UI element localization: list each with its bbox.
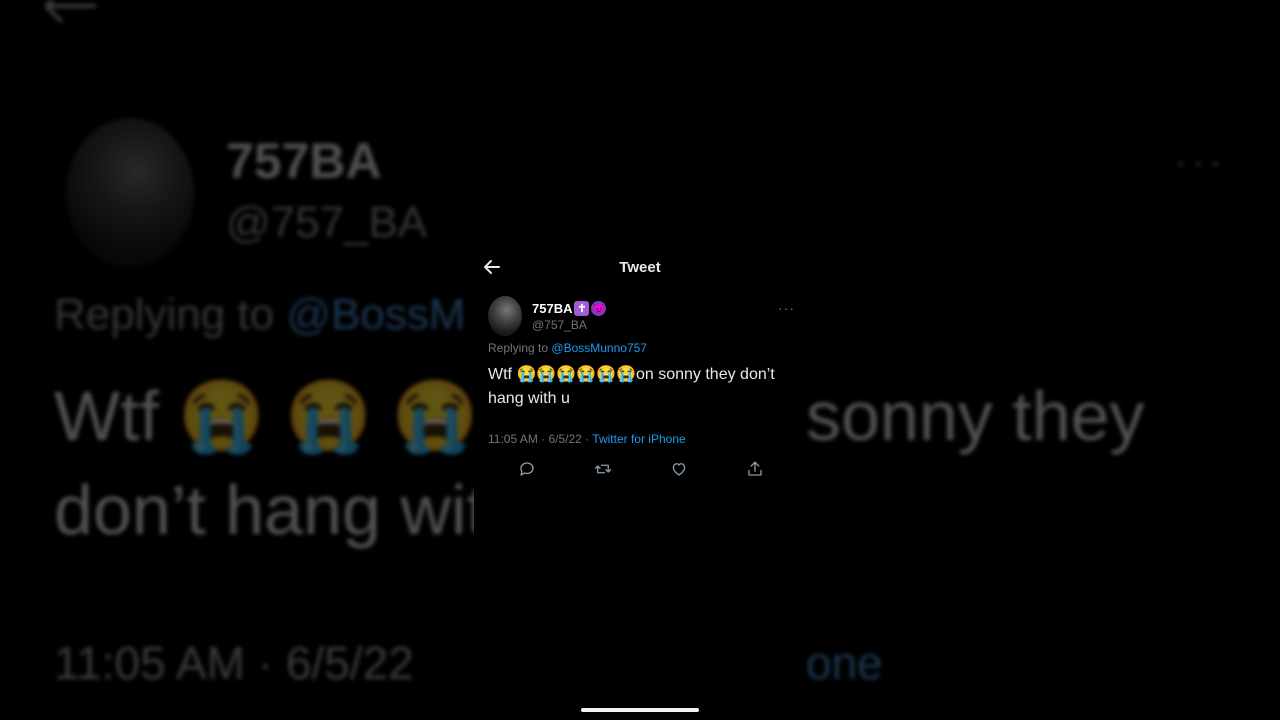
background-tweet-right-text: sonny they: [806, 377, 1145, 455]
share-icon: [748, 461, 762, 476]
background-replying: Replying to @BossM: [54, 290, 466, 339]
reply-button[interactable]: [516, 458, 538, 480]
cross-emoji-icon: ✝: [574, 301, 590, 316]
share-button[interactable]: [744, 458, 766, 480]
reply-mention-link[interactable]: @BossMunno757: [551, 341, 647, 355]
author-handle[interactable]: @757_BA: [532, 318, 587, 332]
tweet-meta: 11:05 AM · 6/5/22 · Twitter for iPhone: [488, 432, 686, 446]
tweet-text: Wtf 😭😭😭😭😭😭on sonny they don’t hang with …: [488, 366, 775, 407]
tweet-timestamp[interactable]: 11:05 AM · 6/5/22 ·: [488, 432, 592, 446]
background-timestamp: 11:05 AM · 6/5/22: [54, 637, 414, 689]
like-button[interactable]: [668, 458, 690, 480]
background-author-name: 757BA: [226, 133, 382, 189]
author-name-text: 757BA: [532, 301, 573, 316]
top-bar: Tweet: [474, 244, 806, 290]
background-source-fragment: one: [806, 637, 883, 689]
tweet-card: Tweet 757BA ✝ 😈 @757_BA ··· Replying to …: [474, 244, 806, 720]
more-options-icon[interactable]: ···: [778, 300, 795, 316]
retweet-button[interactable]: [592, 458, 614, 480]
author-name[interactable]: 757BA ✝ 😈: [532, 301, 607, 316]
background-back-arrow-icon: [44, 0, 96, 24]
background-avatar: [66, 118, 194, 268]
home-indicator[interactable]: [581, 708, 699, 712]
background-handle: @757_BA: [226, 198, 428, 247]
devil-emoji-icon: 😈: [591, 301, 607, 316]
back-arrow-icon[interactable]: [482, 257, 502, 277]
reply-icon: [520, 462, 534, 476]
background-more-icon: ···: [1174, 140, 1226, 184]
background-tweet-line-2: don’t hang wit: [54, 471, 486, 549]
avatar[interactable]: [488, 296, 522, 336]
replying-prefix: Replying to: [488, 341, 549, 355]
retweet-icon: [594, 464, 612, 474]
tweet-source-link[interactable]: Twitter for iPhone: [592, 432, 685, 446]
page-title: Tweet: [619, 258, 661, 276]
tweet-actions: [512, 458, 778, 480]
replying-to: Replying to @BossMunno757: [488, 341, 647, 355]
like-icon: [672, 463, 686, 476]
